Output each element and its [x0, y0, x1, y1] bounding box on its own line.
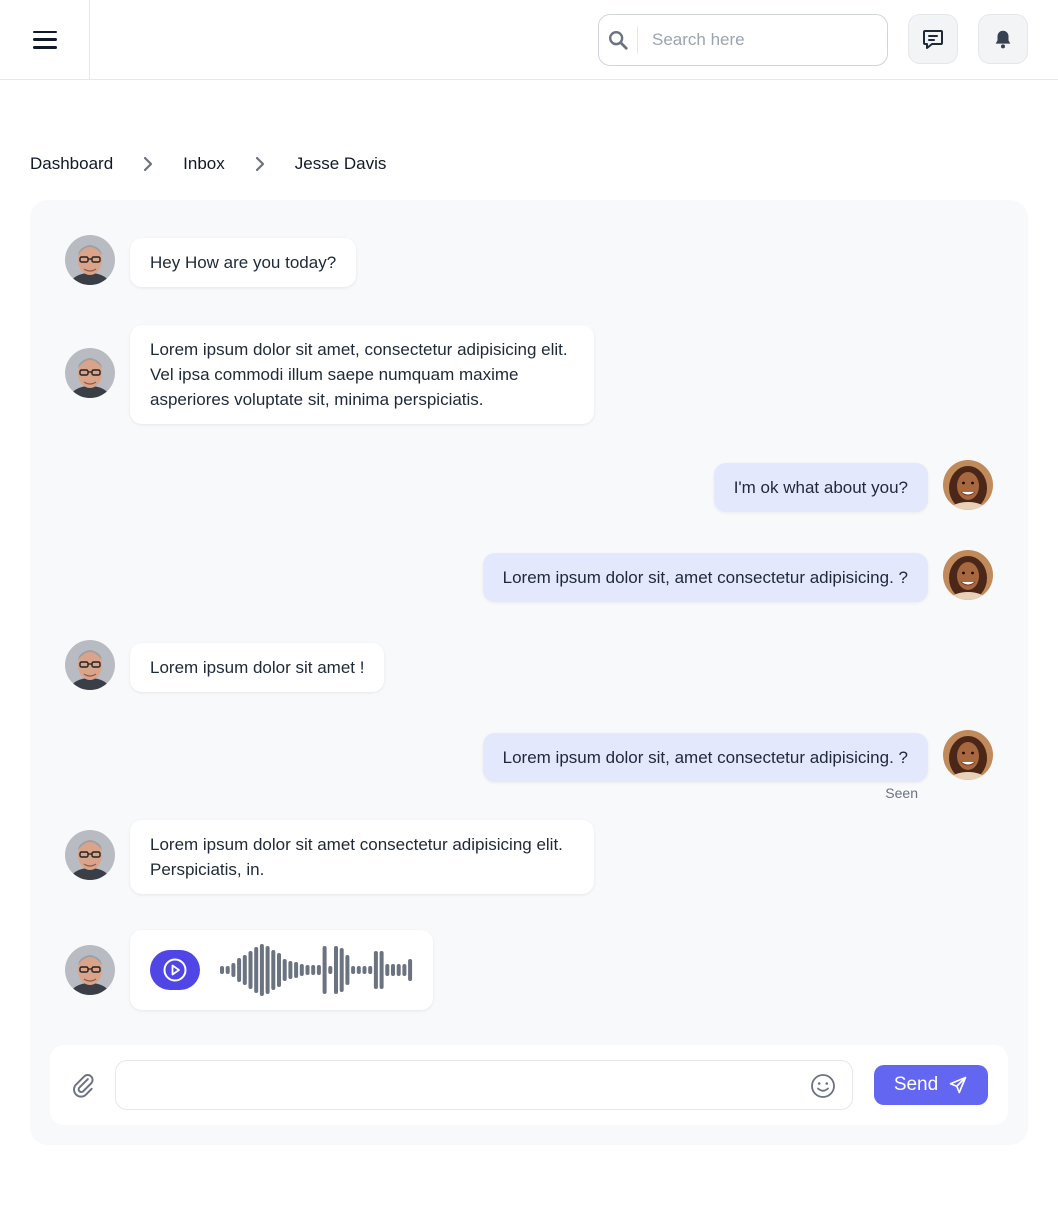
send-button[interactable]: Send — [874, 1065, 988, 1105]
outgoing-message: Lorem ipsum dolor sit, amet consectetur … — [482, 733, 928, 782]
waveform-bar — [242, 955, 247, 985]
top-bar — [0, 0, 1058, 80]
waveform-bar — [351, 966, 356, 974]
bell-icon — [995, 30, 1011, 49]
contact-avatar — [65, 348, 115, 398]
waveform-bar — [356, 966, 361, 974]
search-box — [598, 14, 888, 66]
waveform-bar — [368, 966, 373, 974]
waveform-bar — [259, 944, 264, 996]
outgoing-message: Lorem ipsum dolor sit, amet consectetur … — [482, 553, 928, 602]
waveform-bar — [265, 946, 270, 994]
menu-cell — [0, 0, 90, 79]
message-input-wrapper — [115, 1060, 853, 1110]
waveform-bar — [311, 965, 316, 975]
waveform-bar — [385, 964, 390, 976]
waveform-bar — [322, 946, 327, 994]
waveform-bar — [345, 955, 350, 985]
waveform-bar — [408, 959, 413, 981]
voice-message — [130, 930, 433, 1010]
waveform-bar — [277, 953, 281, 987]
waveform-bar — [282, 959, 287, 981]
waveform-bar — [225, 966, 230, 974]
waveform-bar — [328, 966, 333, 974]
contact-avatar — [65, 640, 115, 690]
chevron-right-icon — [113, 156, 183, 172]
waveform-bar — [248, 951, 253, 989]
waveform-bar — [254, 947, 259, 993]
search-icon — [599, 26, 638, 54]
seen-status: Seen — [885, 785, 918, 801]
hamburger-icon[interactable] — [32, 30, 57, 49]
waveform-bar — [379, 951, 384, 989]
chevron-right-icon — [225, 156, 295, 172]
message-composer: Send — [50, 1045, 1008, 1125]
contact-avatar — [65, 235, 115, 285]
send-label: Send — [893, 1074, 939, 1095]
audio-waveform[interactable] — [220, 930, 420, 1010]
search-input[interactable] — [638, 15, 887, 65]
chat-panel: Hey How are you today? Lorem ipsum dolor… — [30, 200, 1028, 1145]
incoming-message: Lorem ipsum dolor sit amet ! — [130, 643, 385, 692]
message-input[interactable] — [116, 1061, 796, 1109]
messages-button[interactable] — [908, 14, 958, 64]
waveform-bar — [402, 964, 407, 976]
breadcrumb-inbox[interactable]: Inbox — [183, 154, 225, 174]
contact-avatar — [65, 830, 115, 880]
paperclip-icon[interactable] — [70, 1072, 96, 1098]
waveform-bar — [362, 966, 367, 974]
incoming-message: Lorem ipsum dolor sit amet consectetur a… — [130, 820, 594, 894]
incoming-message: Hey How are you today? — [130, 238, 357, 287]
breadcrumb: Dashboard Inbox Jesse Davis — [30, 154, 386, 174]
contact-avatar — [65, 945, 115, 995]
play-button[interactable] — [150, 950, 200, 990]
waveform-bar — [373, 951, 378, 989]
waveform-bar — [271, 950, 276, 990]
user-avatar — [943, 460, 993, 510]
waveform-bar — [220, 966, 224, 974]
notifications-button[interactable] — [978, 14, 1028, 64]
incoming-message: Lorem ipsum dolor sit amet, consectetur … — [130, 325, 594, 424]
outgoing-message: I'm ok what about you? — [713, 463, 928, 512]
waveform-bar — [231, 963, 236, 977]
paper-plane-icon — [949, 1076, 967, 1094]
waveform-bar — [305, 965, 310, 975]
waveform-bar — [339, 948, 344, 992]
waveform-bar — [396, 964, 401, 976]
waveform-bar — [391, 964, 395, 976]
breadcrumb-current: Jesse Davis — [294, 154, 387, 173]
play-icon — [163, 958, 187, 982]
chat-message-icon — [923, 30, 943, 49]
waveform-bar — [334, 946, 338, 994]
waveform-bar — [237, 958, 242, 982]
user-avatar — [943, 550, 993, 600]
waveform-bar — [288, 961, 293, 979]
user-avatar — [943, 730, 993, 780]
waveform-bar — [316, 965, 321, 975]
waveform-bar — [294, 962, 299, 978]
waveform-bar — [299, 964, 304, 976]
breadcrumb-dashboard[interactable]: Dashboard — [30, 154, 113, 174]
emoji-icon[interactable] — [810, 1073, 836, 1099]
